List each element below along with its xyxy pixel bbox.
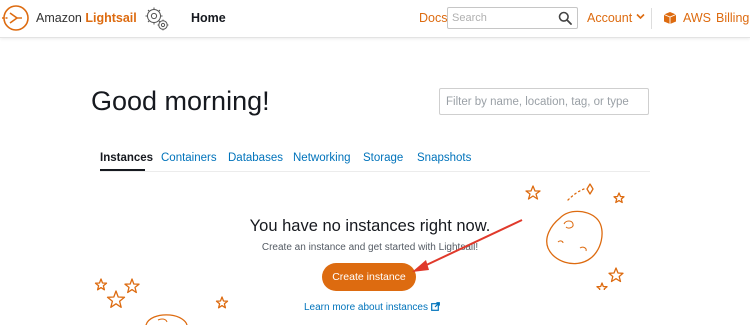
brand-accent: Lightsail (85, 11, 137, 25)
star-icon (124, 278, 140, 294)
learn-more-link[interactable]: Learn more about instances (304, 302, 440, 313)
tabs-divider (100, 171, 650, 172)
star-icon (215, 296, 229, 309)
chevron-down-icon (636, 13, 645, 20)
planet-icon (145, 314, 188, 325)
star-icon (608, 267, 624, 283)
stars-illustration (94, 278, 229, 325)
search-field[interactable] (447, 7, 578, 29)
docs-link[interactable]: Docs (419, 11, 447, 25)
comet-icon (586, 183, 594, 195)
search-input[interactable] (452, 10, 552, 26)
brand-name[interactable]: Amazon Lightsail (36, 11, 137, 25)
filter-field[interactable] (439, 88, 649, 115)
brand-prefix: Amazon (36, 11, 86, 25)
lightsail-home-page: Amazon Lightsail Home Docs Account (0, 0, 750, 325)
filter-input[interactable] (446, 95, 642, 109)
tab-storage[interactable]: Storage (363, 152, 403, 164)
aws-box-icon (663, 12, 677, 24)
tab-networking[interactable]: Networking (293, 152, 351, 164)
search-icon[interactable] (558, 11, 572, 25)
tab-containers[interactable]: Containers (161, 152, 217, 164)
star-icon (94, 278, 108, 291)
annotation-arrow (412, 219, 523, 272)
learn-more-label: Learn more about instances (304, 302, 428, 313)
star-icon (106, 290, 126, 308)
billing-link[interactable]: Billing (716, 11, 749, 25)
tab-snapshots[interactable]: Snapshots (417, 152, 471, 164)
account-menu[interactable]: Account (587, 11, 645, 25)
account-label: Account (587, 11, 633, 25)
nav-divider (651, 8, 652, 29)
external-link-icon (431, 302, 440, 311)
star-icon (613, 192, 625, 204)
top-navigation-bar: Amazon Lightsail Home Docs Account (0, 0, 750, 38)
gear-icon[interactable] (142, 4, 172, 34)
aws-link[interactable]: AWS (683, 11, 711, 25)
page-greeting: Good morning! (91, 86, 270, 116)
lightsail-logo-icon[interactable] (2, 4, 30, 32)
tab-databases[interactable]: Databases (228, 152, 283, 164)
star-icon (596, 282, 608, 290)
home-tab[interactable]: Home (191, 11, 226, 25)
tab-instances[interactable]: Instances (100, 152, 153, 164)
star-icon (525, 185, 541, 200)
